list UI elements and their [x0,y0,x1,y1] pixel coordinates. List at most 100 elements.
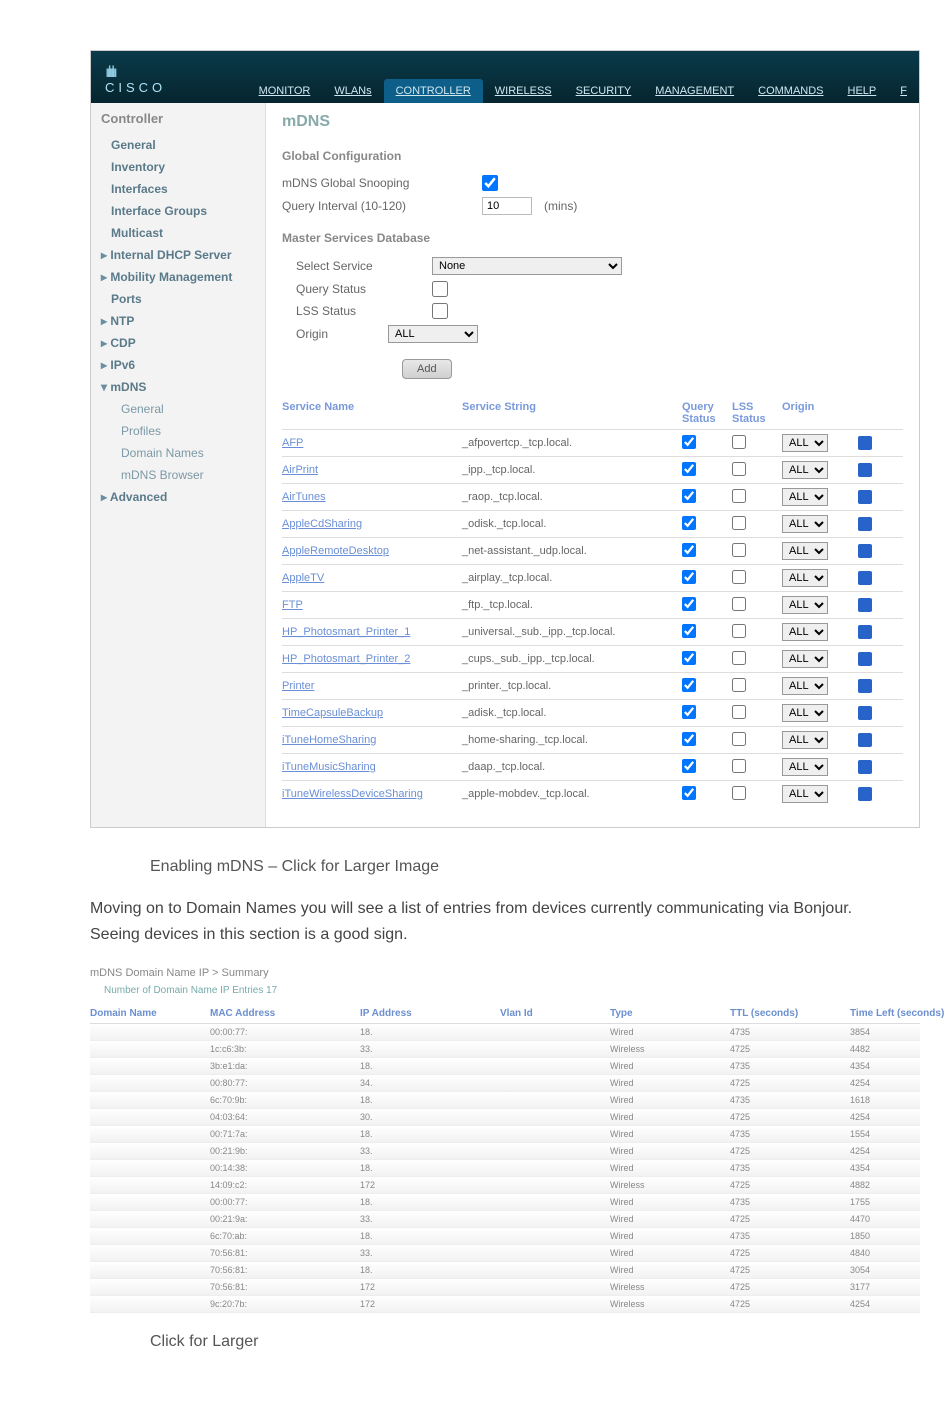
service-name-link[interactable]: HP_Photosmart_Printer_1 [282,626,462,638]
action-icon[interactable] [858,490,872,504]
origin-dropdown[interactable]: ALL [388,325,478,343]
sidebar-item-internal-dhcp-server[interactable]: Internal DHCP Server [101,244,255,266]
nav-tab-monitor[interactable]: MONITOR [247,79,323,103]
nav-tab-f[interactable]: F [888,79,919,103]
action-icon[interactable] [858,679,872,693]
service-lss-checkbox[interactable] [732,786,746,800]
service-origin-select[interactable]: ALL [782,488,828,506]
nav-tab-management[interactable]: MANAGEMENT [643,79,746,103]
service-name-link[interactable]: iTuneWirelessDeviceSharing [282,788,462,800]
service-origin-select[interactable]: ALL [782,461,828,479]
service-origin-select[interactable]: ALL [782,785,828,803]
service-origin-select[interactable]: ALL [782,542,828,560]
service-origin-select[interactable]: ALL [782,758,828,776]
sidebar-item-mdns[interactable]: mDNS [101,376,255,398]
service-origin-select[interactable]: ALL [782,623,828,641]
nav-tab-controller[interactable]: CONTROLLER [384,79,483,103]
snooping-checkbox[interactable] [482,175,498,191]
service-query-checkbox[interactable] [682,759,696,773]
lss-status-checkbox[interactable] [432,303,448,319]
service-lss-checkbox[interactable] [732,570,746,584]
service-lss-checkbox[interactable] [732,732,746,746]
service-name-link[interactable]: AFP [282,437,462,449]
service-name-link[interactable]: TimeCapsuleBackup [282,707,462,719]
service-name-link[interactable]: AppleTV [282,572,462,584]
action-icon[interactable] [858,787,872,801]
action-icon[interactable] [858,625,872,639]
action-icon[interactable] [858,733,872,747]
nav-tab-wireless[interactable]: WIRELESS [483,79,564,103]
service-origin-select[interactable]: ALL [782,704,828,722]
service-query-checkbox[interactable] [682,624,696,638]
action-icon[interactable] [858,571,872,585]
sidebar-item-advanced[interactable]: Advanced [101,486,255,508]
service-lss-checkbox[interactable] [732,462,746,476]
sidebar-subitem-general[interactable]: General [101,398,255,420]
action-icon[interactable] [858,706,872,720]
service-lss-checkbox[interactable] [732,624,746,638]
sidebar-item-ntp[interactable]: NTP [101,310,255,332]
sidebar-subitem-profiles[interactable]: Profiles [101,420,255,442]
service-lss-checkbox[interactable] [732,597,746,611]
service-name-link[interactable]: FTP [282,599,462,611]
nav-tab-security[interactable]: SECURITY [564,79,644,103]
action-icon[interactable] [858,436,872,450]
service-lss-checkbox[interactable] [732,678,746,692]
service-lss-checkbox[interactable] [732,705,746,719]
sidebar-item-general[interactable]: General [101,134,255,156]
action-icon[interactable] [858,463,872,477]
service-origin-select[interactable]: ALL [782,515,828,533]
service-query-checkbox[interactable] [682,732,696,746]
action-icon[interactable] [858,652,872,666]
nav-tab-wlans[interactable]: WLANs [322,79,383,103]
service-query-checkbox[interactable] [682,462,696,476]
service-lss-checkbox[interactable] [732,759,746,773]
service-origin-select[interactable]: ALL [782,677,828,695]
service-query-checkbox[interactable] [682,543,696,557]
sidebar-item-multicast[interactable]: Multicast [101,222,255,244]
sidebar-item-interface-groups[interactable]: Interface Groups [101,200,255,222]
service-query-checkbox[interactable] [682,597,696,611]
service-query-checkbox[interactable] [682,705,696,719]
sidebar-subitem-domain-names[interactable]: Domain Names [101,442,255,464]
service-query-checkbox[interactable] [682,570,696,584]
service-name-link[interactable]: AirPrint [282,464,462,476]
action-icon[interactable] [858,517,872,531]
sidebar-subitem-mdns-browser[interactable]: mDNS Browser [101,464,255,486]
select-service-dropdown[interactable]: None [432,257,622,275]
sidebar-item-mobility-management[interactable]: Mobility Management [101,266,255,288]
service-origin-select[interactable]: ALL [782,569,828,587]
service-name-link[interactable]: Printer [282,680,462,692]
service-origin-select[interactable]: ALL [782,731,828,749]
action-icon[interactable] [858,544,872,558]
service-lss-checkbox[interactable] [732,651,746,665]
sidebar-item-ports[interactable]: Ports [101,288,255,310]
service-lss-checkbox[interactable] [732,516,746,530]
service-query-checkbox[interactable] [682,435,696,449]
nav-tab-help[interactable]: HELP [836,79,889,103]
service-lss-checkbox[interactable] [732,543,746,557]
service-name-link[interactable]: AppleCdSharing [282,518,462,530]
service-origin-select[interactable]: ALL [782,596,828,614]
sidebar-item-ipv6[interactable]: IPv6 [101,354,255,376]
service-name-link[interactable]: HP_Photosmart_Printer_2 [282,653,462,665]
sidebar-item-cdp[interactable]: CDP [101,332,255,354]
service-lss-checkbox[interactable] [732,489,746,503]
service-query-checkbox[interactable] [682,489,696,503]
service-origin-select[interactable]: ALL [782,650,828,668]
query-status-checkbox[interactable] [432,281,448,297]
service-lss-checkbox[interactable] [732,435,746,449]
action-icon[interactable] [858,598,872,612]
service-query-checkbox[interactable] [682,651,696,665]
service-query-checkbox[interactable] [682,678,696,692]
nav-tab-commands[interactable]: COMMANDS [746,79,835,103]
service-query-checkbox[interactable] [682,516,696,530]
sidebar-item-interfaces[interactable]: Interfaces [101,178,255,200]
service-name-link[interactable]: iTuneHomeSharing [282,734,462,746]
action-icon[interactable] [858,760,872,774]
query-interval-input[interactable] [482,197,532,215]
add-button[interactable]: Add [402,359,452,379]
service-origin-select[interactable]: ALL [782,434,828,452]
service-query-checkbox[interactable] [682,786,696,800]
sidebar-item-inventory[interactable]: Inventory [101,156,255,178]
